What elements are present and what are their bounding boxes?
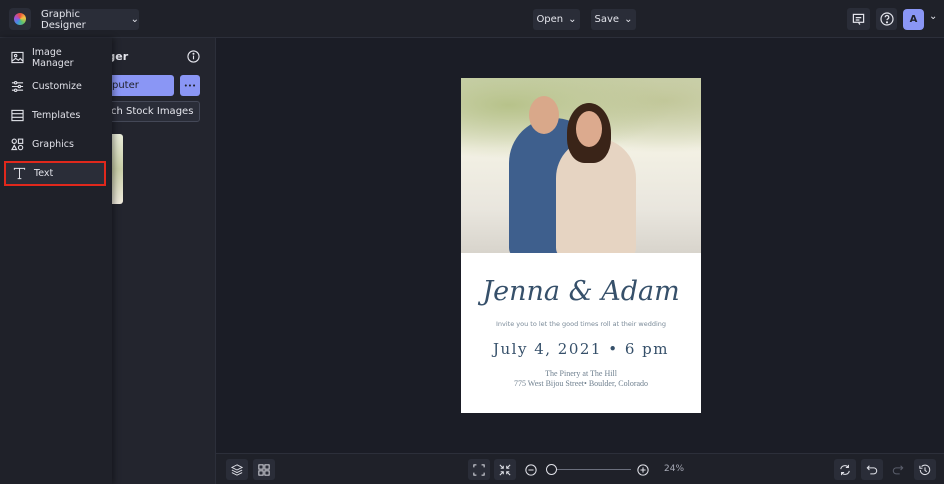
text-icon [13, 167, 26, 180]
menu-label: Text [34, 168, 54, 179]
menu-item-templates[interactable]: Templates [4, 103, 106, 128]
fit-screen-button[interactable] [468, 459, 490, 480]
history-button[interactable] [914, 459, 936, 480]
undo-button[interactable] [861, 459, 883, 480]
expand-icon [473, 463, 485, 476]
workspace-dropdown[interactable]: Graphic Designer ⌄ [41, 8, 139, 31]
history-icon [919, 464, 931, 475]
zoom-slider[interactable] [546, 469, 631, 470]
grid-button[interactable] [253, 459, 275, 480]
bottom-toolbar: 24% [216, 453, 944, 484]
save-label: Save [594, 14, 620, 25]
zoom-slider-handle[interactable] [546, 464, 557, 475]
logo-icon [14, 13, 26, 25]
chevron-down-icon[interactable]: ⌄ [929, 11, 937, 22]
venue-address[interactable]: 775 West Bijou Street• Boulder, Colorado [461, 379, 701, 388]
top-bar: Graphic Designer ⌄ Open ⌄ Save ⌄ A ⌄ [0, 0, 944, 38]
image-icon [11, 51, 24, 64]
couple-names[interactable]: Jenna & Adam [461, 276, 701, 307]
menu-item-graphics[interactable]: Graphics [4, 132, 106, 157]
templates-icon [11, 109, 24, 122]
zoom-level: 24% [664, 464, 685, 474]
chevron-down-icon: ⌄ [624, 14, 633, 25]
undo-icon [866, 464, 878, 474]
zoom-in-icon[interactable] [637, 464, 649, 476]
comments-button[interactable] [847, 8, 870, 30]
open-label: Open [536, 14, 564, 25]
menu-item-image-manager[interactable]: Image Manager [4, 45, 106, 70]
more-options-button[interactable]: ••• [180, 75, 200, 96]
info-icon[interactable] [187, 50, 200, 63]
shrink-icon [499, 463, 511, 476]
wedding-invitation-document[interactable]: Jenna & Adam Invite you to let the good … [461, 78, 701, 413]
search-stock-images-button[interactable]: ch Stock Images [100, 101, 200, 122]
comment-icon [852, 13, 865, 25]
menu-label: Customize [32, 81, 82, 92]
app-logo[interactable] [9, 8, 31, 30]
redo-icon [892, 464, 904, 474]
zoom-out-icon[interactable] [525, 464, 537, 476]
layers-button[interactable] [226, 459, 248, 480]
menu-item-customize[interactable]: Customize [4, 74, 106, 99]
avatar[interactable]: A [903, 9, 924, 30]
grid-icon [258, 463, 270, 476]
workspace-label: Graphic Designer [41, 8, 86, 31]
menu-label: Image Manager [31, 46, 74, 69]
menu-label: Templates [32, 110, 81, 121]
layers-icon [231, 463, 243, 476]
chevron-down-icon: ⌄ [568, 14, 577, 25]
chevron-down-icon: ⌄ [130, 14, 139, 25]
menu-item-text[interactable]: Text [4, 161, 106, 186]
shapes-icon [11, 138, 24, 151]
help-icon [879, 12, 894, 26]
refresh-icon [840, 464, 850, 475]
help-button[interactable] [876, 8, 897, 30]
save-button[interactable]: Save ⌄ [591, 9, 636, 30]
invite-text[interactable]: Invite you to let the good times roll at… [461, 320, 701, 328]
avatar-initial: A [909, 14, 918, 25]
redo-button[interactable] [887, 459, 909, 480]
stock-label: ch Stock Images [111, 106, 194, 117]
more-icon: ••• [183, 81, 197, 90]
sliders-icon [11, 81, 24, 92]
venue-name[interactable]: The Pinery at The Hill [461, 369, 701, 378]
upload-label: puter [112, 80, 139, 91]
couple-photo[interactable] [461, 78, 701, 253]
shrink-button[interactable] [494, 459, 516, 480]
side-menu: Image Manager Customize Templates Graphi… [0, 38, 112, 484]
event-date[interactable]: July 4, 2021 • 6 pm [461, 340, 701, 358]
menu-label: Graphics [32, 139, 74, 150]
open-button[interactable]: Open ⌄ [533, 9, 580, 30]
refresh-button[interactable] [834, 459, 856, 480]
